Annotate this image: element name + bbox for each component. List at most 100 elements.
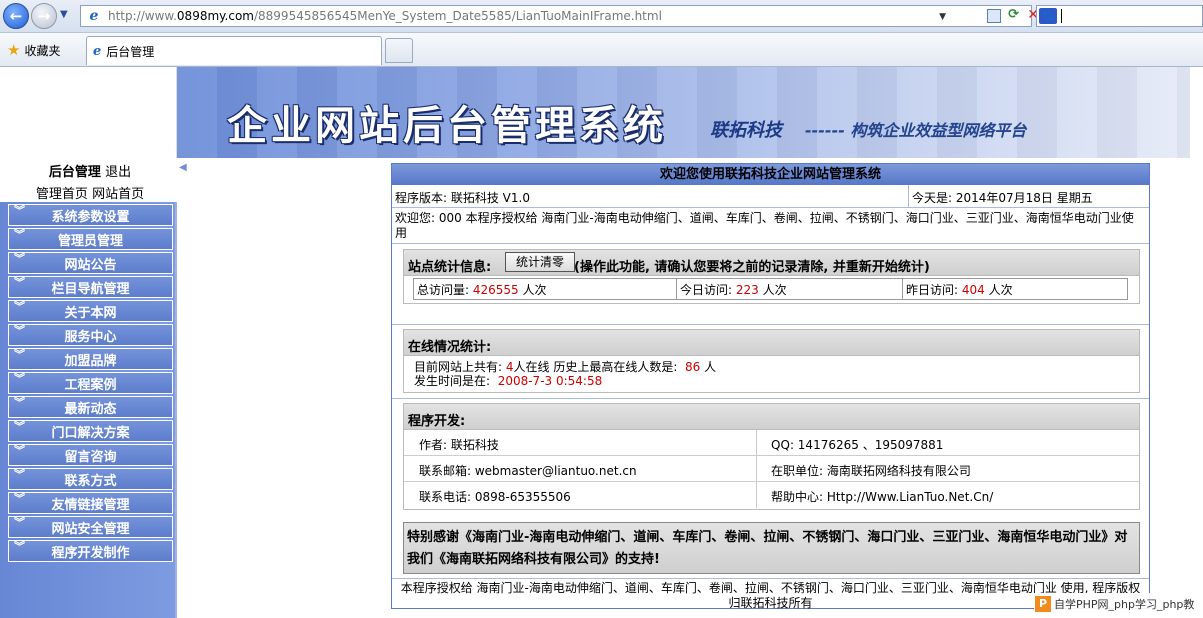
sidebar-item-service-center[interactable]: ︾ 服务中心 [8, 324, 173, 346]
sidebar-item-about[interactable]: ︾ 关于本网 [8, 300, 173, 322]
sidebar-item-navigation[interactable]: ︾ 栏目导航管理 [8, 276, 173, 298]
page-content: 企业网站后台管理系统 联拓科技 ------ 构筑企业效益型网络平台 后台管理 … [0, 67, 1203, 618]
sidebar-item-label: 留言咨询 [64, 449, 117, 465]
double-chevron-down-icon: ︾ [14, 468, 25, 481]
table-row: 作者: 联拓科技 QQ: 14176265 、195097881 [404, 430, 1139, 456]
star-icon: ★ [7, 41, 21, 59]
address-bar[interactable]: e http://www.0898my.com/8899545856545Men… [80, 5, 1039, 27]
forward-button[interactable]: → [31, 3, 57, 29]
program-version: 程序版本: 联拓科技 V1.0 [395, 191, 530, 205]
sidebar-item-label: 网站公告 [64, 257, 117, 273]
yesterday-visits-value: 404 [961, 283, 985, 297]
sidebar-item-door-solutions[interactable]: ︾ 门口解决方案 [8, 420, 173, 442]
search-box[interactable]: 🐾 [1036, 5, 1203, 27]
sidebar-item-label: 门口解决方案 [51, 425, 130, 441]
dev-author: 作者: 联拓科技 [419, 438, 499, 452]
sidebar-header: 后台管理 退出 管理首页 网站首页 [0, 158, 177, 202]
watermark-text: 自学PHP网_php学习_php教 [1054, 598, 1195, 611]
double-chevron-down-icon: ︾ [14, 492, 25, 505]
sidebar-item-security[interactable]: ︾ 网站安全管理 [8, 516, 173, 538]
today-visits-cell: 今日访问: 223 人次 [676, 279, 902, 299]
sidebar-item-system-settings[interactable]: ︾ 系统参数设置 [8, 204, 173, 226]
arrow-right-icon: → [37, 7, 51, 25]
tab-title: 后台管理 [106, 44, 155, 59]
online-count-value: 4 [505, 360, 514, 374]
double-chevron-down-icon: ︾ [14, 348, 25, 361]
sidebar-item-messages[interactable]: ︾ 留言咨询 [8, 444, 173, 466]
site-stats-body: 总访问量: 426555 人次 今日访问: 223 人次 昨日访问: 404 人… [403, 276, 1140, 304]
sidebar-toggle[interactable]: ◀ [177, 158, 191, 180]
version-row: 程序版本: 联拓科技 V1.0 今天是: 2014年07月18日 星期五 [392, 185, 1149, 208]
dev-email: 联系邮箱: webmaster@liantuo.net.cn [419, 464, 637, 478]
site-stats-section: 站点统计信息: 统计清零 (操作此功能, 请确认您要将之前的记录清除, 并重新开… [392, 245, 1149, 325]
max-online-value: 86 [685, 360, 701, 374]
sidebar-item-announcements[interactable]: ︾ 网站公告 [8, 252, 173, 274]
table-row: 联系电话: 0898-65355506 帮助中心: Http://Www.Lia… [404, 482, 1139, 508]
developer-table: 作者: 联拓科技 QQ: 14176265 、195097881 联系邮箱: w… [403, 430, 1140, 510]
today-visits-value: 223 [735, 283, 759, 297]
sidebar-item-label: 管理员管理 [57, 233, 123, 249]
online-stats-header: 在线情况统计: [403, 329, 1140, 356]
site-home-link[interactable]: 网站首页 [92, 187, 144, 202]
arrow-left-icon: ← [9, 7, 23, 25]
history-dropdown-button[interactable]: ▼ [60, 9, 68, 20]
double-chevron-down-icon: ︾ [14, 420, 25, 433]
search-caret [1061, 9, 1062, 23]
total-visits-value: 426555 [472, 283, 519, 297]
favorites-button[interactable]: ★ 收藏夹 [7, 41, 60, 59]
welcome-text: 欢迎您: 000 本程序授权给 海南门业-海南电动伸缩门、道闸、车库门、卷闸、拉… [392, 208, 1149, 244]
max-online-time-line: 发生时间是在: 2008-7-3 0:54:58 [414, 374, 603, 388]
max-online-time: 2008-7-3 0:54:58 [497, 374, 603, 388]
sidebar-item-label: 栏目导航管理 [51, 281, 130, 297]
browser-tab-row: ★ 收藏夹 e 后台管理 [0, 33, 1203, 67]
sidebar-item-label: 联系方式 [64, 473, 117, 489]
double-chevron-down-icon: ︾ [14, 372, 25, 385]
tab-admin[interactable]: e 后台管理 [86, 36, 382, 65]
clear-stats-note: (操作此功能, 请确认您要将之前的记录清除, 并重新开始统计) [574, 260, 930, 275]
sidebar-item-contact[interactable]: ︾ 联系方式 [8, 468, 173, 490]
ie-page-icon: e [89, 8, 99, 24]
sidebar-item-admin-management[interactable]: ︾ 管理员管理 [8, 228, 173, 250]
double-chevron-down-icon: ︾ [14, 396, 25, 409]
dev-help-center: 帮助中心: Http://Www.LianTuo.Net.Cn/ [756, 482, 1139, 508]
online-stats-section: 在线情况统计: 目前网站上共有: 4人在线 历史上最高在线人数是: 86 人 发… [392, 326, 1149, 399]
double-chevron-down-icon: ︾ [14, 276, 25, 289]
sidebar-item-label: 程序开发制作 [51, 545, 130, 561]
address-dropdown-icon[interactable]: ▼ [939, 12, 946, 22]
dev-company: 在职单位: 海南联拓网络科技有限公司 [756, 456, 1139, 481]
url-text[interactable]: http://www.0898my.com/8899545856545MenYe… [108, 9, 662, 23]
new-tab-button[interactable] [385, 38, 413, 63]
sidebar-item-label: 系统参数设置 [51, 209, 130, 225]
refresh-icon[interactable]: ⟳ [1008, 7, 1019, 22]
compatibility-view-icon[interactable] [987, 9, 1001, 23]
watermark: P 自学PHP网_php学习_php教 [1034, 593, 1203, 615]
sidebar-item-label: 加盟品牌 [64, 353, 117, 369]
sidebar-item-latest-news[interactable]: ︾ 最新动态 [8, 396, 173, 418]
sidebar-item-label: 最新动态 [64, 401, 117, 417]
sidebar-item-project-cases[interactable]: ︾ 工程案例 [8, 372, 173, 394]
logout-link[interactable]: 退出 [105, 165, 131, 180]
today-date: 今天是: 2014年07月18日 星期五 [908, 185, 1151, 208]
admin-home-link[interactable]: 管理首页 [36, 187, 88, 202]
sidebar-item-franchise-brands[interactable]: ︾ 加盟品牌 [8, 348, 173, 370]
online-stats-body: 目前网站上共有: 4人在线 历史上最高在线人数是: 86 人 发生时间是在: 2… [403, 356, 1140, 393]
back-button[interactable]: ← [3, 3, 29, 29]
clear-stats-button[interactable]: 统计清零 [505, 252, 576, 272]
double-chevron-down-icon: ︾ [14, 204, 25, 217]
total-visits-cell: 总访问量: 426555 人次 [417, 283, 547, 297]
double-chevron-down-icon: ︾ [14, 252, 25, 265]
sidebar-item-label: 服务中心 [64, 329, 117, 345]
admin-label: 后台管理 [48, 165, 101, 180]
banner-title: 企业网站后台管理系统 [227, 102, 667, 149]
developer-section: 程序开发: 作者: 联拓科技 QQ: 14176265 、195097881 联… [392, 400, 1149, 510]
double-chevron-down-icon: ︾ [14, 444, 25, 457]
table-row: 联系邮箱: webmaster@liantuo.net.cn 在职单位: 海南联… [404, 456, 1139, 482]
yesterday-visits-cell: 昨日访问: 404 人次 [902, 279, 1127, 299]
double-chevron-down-icon: ︾ [14, 324, 25, 337]
main-title: 欢迎您使用联拓科技企业网站管理系统 [392, 164, 1149, 185]
thanks-box: 特别感谢《海南门业-海南电动伸缩门、道闸、车库门、卷闸、拉闸、不锈钢门、海口门业… [403, 522, 1140, 574]
sidebar-item-development[interactable]: ︾ 程序开发制作 [8, 540, 173, 562]
double-chevron-down-icon: ︾ [14, 540, 25, 553]
sidebar-item-friend-links[interactable]: ︾ 友情链接管理 [8, 492, 173, 514]
baidu-search-icon: 🐾 [1039, 8, 1057, 24]
